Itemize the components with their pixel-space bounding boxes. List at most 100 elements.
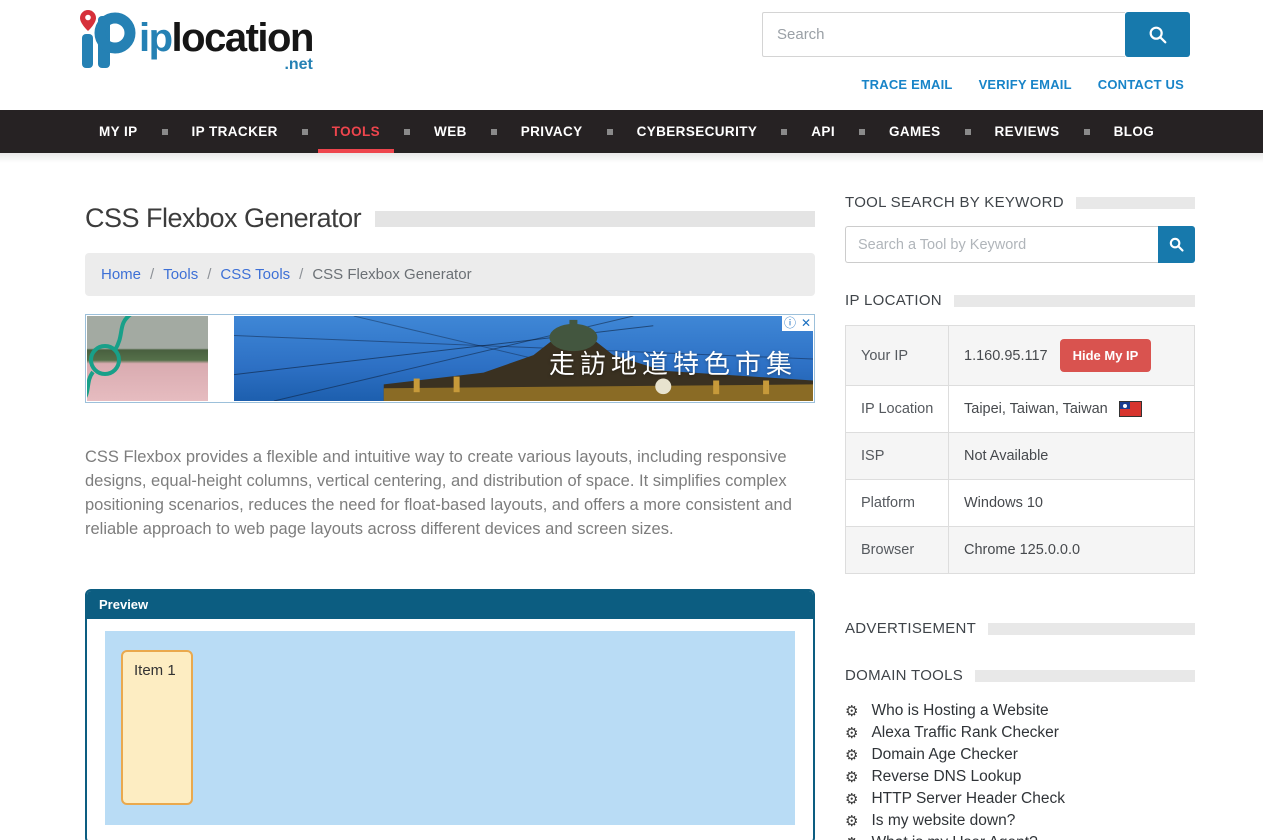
hide-my-ip-button[interactable]: Hide My IP (1060, 339, 1152, 372)
search-icon (1147, 24, 1169, 46)
heading-decoration-bar (975, 670, 1195, 682)
heading-decoration-bar (988, 623, 1195, 635)
ip-location-table: Your IP 1.160.95.117 Hide My IP IP Locat… (845, 325, 1195, 574)
preview-panel-header: Preview (87, 591, 813, 619)
nav-item-reviews[interactable]: REVIEWS (981, 110, 1074, 153)
breadcrumb-css-tools[interactable]: CSS Tools (220, 266, 290, 283)
nav-item-web[interactable]: WEB (420, 110, 481, 153)
verify-email-link[interactable]: VERIFY EMAIL (979, 77, 1072, 92)
gear-icon: ⚙ (845, 792, 858, 807)
breadcrumb: Home / Tools / CSS Tools / CSS Flexbox G… (85, 253, 815, 296)
ad-photo-landscape[interactable] (87, 316, 208, 401)
domain-tool-link-domain-age[interactable]: Domain Age Checker (871, 746, 1017, 764)
domain-tool-link-user-agent[interactable]: What is my User Agent? (871, 834, 1037, 840)
domain-tools-heading: DOMAIN TOOLS (845, 667, 1195, 684)
preview-panel-body: Item 1 (87, 619, 813, 840)
main-column: CSS Flexbox Generator Home / Tools / CSS… (85, 163, 815, 840)
map-pin-icon (80, 10, 96, 31)
domain-tool-link-reverse-dns[interactable]: Reverse DNS Lookup (871, 768, 1021, 786)
nav-separator (965, 129, 971, 135)
ad-controls: ⓘ ✕ (782, 315, 814, 331)
row-label: Your IP (846, 326, 949, 386)
ip-location-heading-text: IP LOCATION (845, 292, 942, 309)
domain-tool-link-http-header[interactable]: HTTP Server Header Check (871, 790, 1065, 808)
flexbox-preview-item-1: Item 1 (121, 650, 193, 805)
table-row-ip-location: IP Location Taipei, Taiwan, Taiwan (846, 386, 1195, 433)
taiwan-flag-icon (1120, 402, 1141, 416)
gear-icon: ⚙ (845, 748, 858, 763)
breadcrumb-tools[interactable]: Tools (163, 266, 198, 283)
heading-decoration-bar (1076, 197, 1195, 209)
ad-photo-building[interactable]: 走訪地道特色市集 (234, 316, 813, 401)
row-label: Browser (846, 527, 949, 574)
domain-tools-heading-text: DOMAIN TOOLS (845, 667, 963, 684)
list-item[interactable]: ⚙ Is my website down? (845, 810, 1195, 832)
row-label: ISP (846, 433, 949, 480)
trace-email-link[interactable]: TRACE EMAIL (862, 77, 953, 92)
advertisement-heading: ADVERTISEMENT (845, 620, 1195, 637)
list-item[interactable]: ⚙ HTTP Server Header Check (845, 788, 1195, 810)
nav-separator (781, 129, 787, 135)
adchoices-info-icon[interactable]: ⓘ (782, 315, 798, 331)
nav-item-games[interactable]: GAMES (875, 110, 955, 153)
list-item[interactable]: ⚙ What is my User Agent? (845, 832, 1195, 840)
nav-item-tools[interactable]: TOOLS (318, 110, 394, 153)
tool-search-input[interactable] (845, 226, 1158, 263)
your-ip-value: 1.160.95.117 (964, 348, 1048, 364)
site-logo[interactable]: iplocation .net (75, 8, 313, 80)
ad-banner[interactable]: 走訪地道特色市集 ⓘ ✕ (85, 314, 815, 403)
gear-icon: ⚙ (845, 770, 858, 785)
nav-separator (404, 129, 410, 135)
list-item[interactable]: ⚙ Reverse DNS Lookup (845, 766, 1195, 788)
list-item[interactable]: ⚙ Who is Hosting a Website (845, 700, 1195, 722)
contact-us-link[interactable]: CONTACT US (1098, 77, 1184, 92)
tool-search-heading-text: TOOL SEARCH BY KEYWORD (845, 194, 1064, 211)
gear-icon: ⚙ (845, 814, 858, 829)
site-header: iplocation .net TRACE EMAIL VERIFY EMAIL… (0, 0, 1263, 110)
tool-search-button[interactable] (1158, 226, 1195, 263)
ad-caption-text: 走訪地道特色市集 (549, 344, 797, 381)
sidebar: TOOL SEARCH BY KEYWORD IP LOCATION Your … (845, 163, 1195, 840)
nav-separator (859, 129, 865, 135)
nav-item-privacy[interactable]: PRIVACY (507, 110, 597, 153)
list-item[interactable]: ⚙ Domain Age Checker (845, 744, 1195, 766)
nav-item-ip-tracker[interactable]: IP TRACKER (178, 110, 292, 153)
page-title: CSS Flexbox Generator (85, 203, 361, 234)
list-item[interactable]: ⚙ Alexa Traffic Rank Checker (845, 722, 1195, 744)
title-decoration-bar (375, 211, 815, 227)
nav-item-api[interactable]: API (797, 110, 849, 153)
row-label: Platform (846, 480, 949, 527)
main-navigation: MY IP IP TRACKER TOOLS WEB PRIVACY CYBER… (0, 110, 1263, 153)
logo-ip-icon (75, 8, 137, 80)
gear-icon: ⚙ (845, 704, 858, 719)
header-search (762, 12, 1190, 57)
nav-separator (162, 129, 168, 135)
header-top-links: TRACE EMAIL VERIFY EMAIL CONTACT US (862, 77, 1184, 92)
browser-value: Chrome 125.0.0.0 (949, 527, 1195, 574)
breadcrumb-separator: / (299, 266, 303, 283)
header-search-input[interactable] (762, 12, 1125, 57)
title-row: CSS Flexbox Generator (85, 203, 815, 234)
preview-panel: Preview Item 1 (85, 589, 815, 840)
row-label: IP Location (846, 386, 949, 433)
domain-tool-link-website-down[interactable]: Is my website down? (871, 812, 1015, 830)
domain-tool-link-alexa-rank[interactable]: Alexa Traffic Rank Checker (871, 724, 1059, 742)
ip-location-value: Taipei, Taiwan, Taiwan (964, 401, 1108, 417)
nav-separator (302, 129, 308, 135)
advertisement-heading-text: ADVERTISEMENT (845, 620, 976, 637)
domain-tool-link-hosting[interactable]: Who is Hosting a Website (871, 702, 1048, 720)
ad-close-icon[interactable]: ✕ (798, 315, 814, 331)
nav-item-cybersecurity[interactable]: CYBERSECURITY (623, 110, 772, 153)
nav-separator (607, 129, 613, 135)
nav-separator (1084, 129, 1090, 135)
ad-doodle-line (87, 316, 208, 401)
table-row-browser: Browser Chrome 125.0.0.0 (846, 527, 1195, 574)
table-row-your-ip: Your IP 1.160.95.117 Hide My IP (846, 326, 1195, 386)
breadcrumb-home[interactable]: Home (101, 266, 141, 283)
header-search-button[interactable] (1125, 12, 1190, 57)
nav-item-blog[interactable]: BLOG (1100, 110, 1169, 153)
table-row-platform: Platform Windows 10 (846, 480, 1195, 527)
nav-item-my-ip[interactable]: MY IP (85, 110, 152, 153)
search-icon (1168, 236, 1185, 253)
breadcrumb-current: CSS Flexbox Generator (312, 266, 471, 283)
